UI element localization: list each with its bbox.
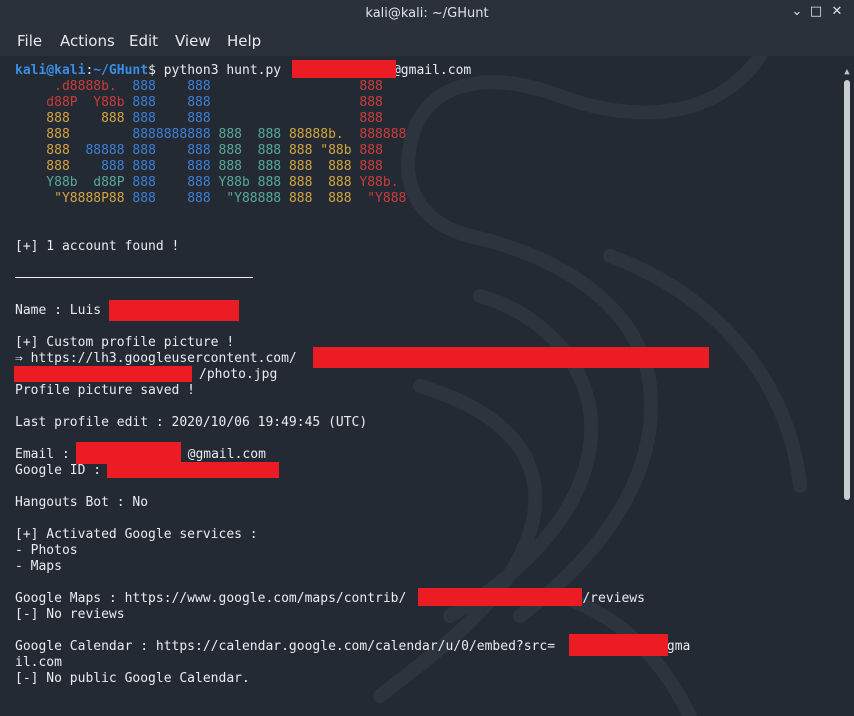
banner-segment: 888 888 888: [101, 159, 219, 174]
menu-help[interactable]: Help: [227, 32, 261, 50]
command-email-suffix: @gmail.com: [392, 63, 472, 78]
banner-segment: 888 "88b: [288, 143, 360, 158]
banner-segment: 888 888: [15, 111, 133, 126]
banner-line: 888 88888 888 888 888 888 888 "88b 888: [15, 143, 383, 159]
banner-segment: 888 888: [288, 175, 360, 190]
banner-segment: 888: [210, 79, 383, 94]
banner-segment: 888 888: [132, 111, 211, 126]
banner-segment: 88888 888 888: [85, 143, 219, 158]
services-title-line: [+] Activated Google services :: [15, 527, 258, 542]
divider: [15, 277, 253, 278]
banner-segment: "Y8888P88: [15, 191, 133, 206]
minimize-icon[interactable]: ⌄: [788, 3, 806, 21]
command-text: python3 hunt.py: [155, 63, 289, 78]
redaction-block: [418, 588, 582, 606]
hangouts-line: Hangouts Bot : No: [15, 495, 149, 510]
prompt-user: kali@kali: [15, 63, 86, 78]
menu-file[interactable]: File: [17, 32, 42, 50]
service-item: - Photos: [15, 543, 78, 558]
calendar-prefix: Google Calendar : https://calendar.googl…: [15, 639, 556, 654]
menu-actions[interactable]: Actions: [60, 32, 115, 50]
prompt-line: kali@kali:~/GHunt$ python3 hunt.py @gmai…: [15, 63, 471, 79]
email-label: Email :: [15, 447, 78, 462]
banner-segment: 888 888: [132, 191, 227, 206]
banner-segment: 88888b.: [288, 127, 360, 142]
banner-segment: Y88b 888: [218, 175, 289, 190]
banner-segment: 888: [15, 159, 102, 174]
google-id-line: Google ID :: [15, 463, 109, 478]
banner-segment: 888888: [359, 127, 407, 142]
pic-saved-line: Profile picture saved !: [15, 383, 196, 398]
prompt-path: ~/GHunt: [93, 63, 149, 78]
calendar-wrap-line: il.com: [15, 655, 62, 670]
redaction-block: [109, 300, 239, 321]
maps-prefix: Google Maps : https://www.google.com/map…: [15, 591, 407, 606]
no-calendar-line: [-] No public Google Calendar.: [15, 671, 250, 686]
name-line: Name : Luis: [15, 303, 102, 318]
banner-segment: "Y88888: [226, 191, 289, 206]
banner-segment: "Y888: [367, 191, 407, 206]
menu-bar: File Actions Edit View Help: [0, 26, 854, 56]
banner-segment: Y88b d88P: [15, 175, 133, 190]
banner-line: 888 888 888 888 888: [15, 111, 383, 127]
banner-segment: 888: [210, 95, 383, 110]
scroll-up-icon[interactable]: ▲: [842, 68, 852, 77]
custom-pic-line: [+] Custom profile picture !: [15, 335, 235, 350]
scrollbar[interactable]: ▲: [840, 56, 854, 716]
window-title: kali@kali: ~/GHunt: [365, 6, 489, 21]
menu-edit[interactable]: Edit: [129, 32, 158, 50]
banner-segment: Y88b.: [359, 175, 399, 190]
redaction-block: [14, 366, 192, 382]
banner-segment: 888 888: [132, 79, 211, 94]
banner-line: 888 888 888 888 888 888 888 888 888: [15, 159, 383, 175]
banner-segment: 888 888: [132, 95, 211, 110]
pic-url-line: ⇒ https://lh3.googleusercontent.com/: [15, 351, 297, 366]
banner-segment: 888: [359, 159, 383, 174]
banner-segment: 888: [15, 127, 133, 142]
redaction-block: [313, 347, 709, 368]
banner-segment: 888 888: [218, 143, 289, 158]
banner-segment: 888: [15, 143, 86, 158]
prompt-sign: $: [148, 63, 156, 78]
account-found-line: [+] 1 account found !: [15, 239, 180, 254]
close-icon[interactable]: ✕: [828, 3, 846, 21]
terminal-output[interactable]: kali@kali:~/GHunt$ python3 hunt.py @gmai…: [0, 56, 840, 716]
banner-segment: 888: [359, 143, 383, 158]
banner-segment: 888 888: [132, 175, 219, 190]
banner-segment: 888: [210, 111, 383, 126]
maps-suffix: /reviews: [582, 591, 645, 606]
banner-line: 888 8888888888 888 888 88888b. 888888: [15, 127, 406, 143]
redaction-block: [107, 462, 279, 478]
banner-line: d88P Y88b 888 888 888: [15, 95, 383, 111]
service-item: - Maps: [15, 559, 62, 574]
banner-line: "Y8888P88 888 888 "Y88888 888 888 "Y888: [15, 191, 406, 207]
banner-segment: .d8888b.: [15, 79, 133, 94]
menu-view[interactable]: View: [175, 32, 211, 50]
redaction-block: [292, 60, 396, 78]
last-edit-line: Last profile edit : 2020/10/06 19:49:45 …: [15, 415, 368, 430]
banner-segment: 888 888: [218, 159, 289, 174]
banner-line: Y88b d88P 888 888 Y88b 888 888 888 Y88b.: [15, 175, 399, 191]
redaction-block: [76, 442, 181, 464]
no-reviews-line: [-] No reviews: [15, 607, 125, 622]
maximize-icon[interactable]: □: [807, 3, 825, 21]
scrollbar-thumb[interactable]: [844, 80, 850, 500]
banner-segment: 888 888: [218, 127, 289, 142]
banner-segment: 8888888888: [132, 127, 219, 142]
redaction-block: [569, 634, 668, 656]
banner-line: .d8888b. 888 888 888: [15, 79, 383, 95]
email-suffix: @gmail.com: [187, 447, 266, 462]
banner-segment: 888 888: [288, 191, 368, 206]
title-bar[interactable]: kali@kali: ~/GHunt ⌄ □ ✕: [0, 0, 854, 26]
terminal-window: kali@kali: ~/GHunt ⌄ □ ✕ File Actions Ed…: [0, 0, 854, 716]
banner-segment: d88P Y88b: [15, 95, 133, 110]
pic-url-suffix: /photo.jpg: [199, 367, 278, 382]
banner-segment: 888 888: [288, 159, 360, 174]
